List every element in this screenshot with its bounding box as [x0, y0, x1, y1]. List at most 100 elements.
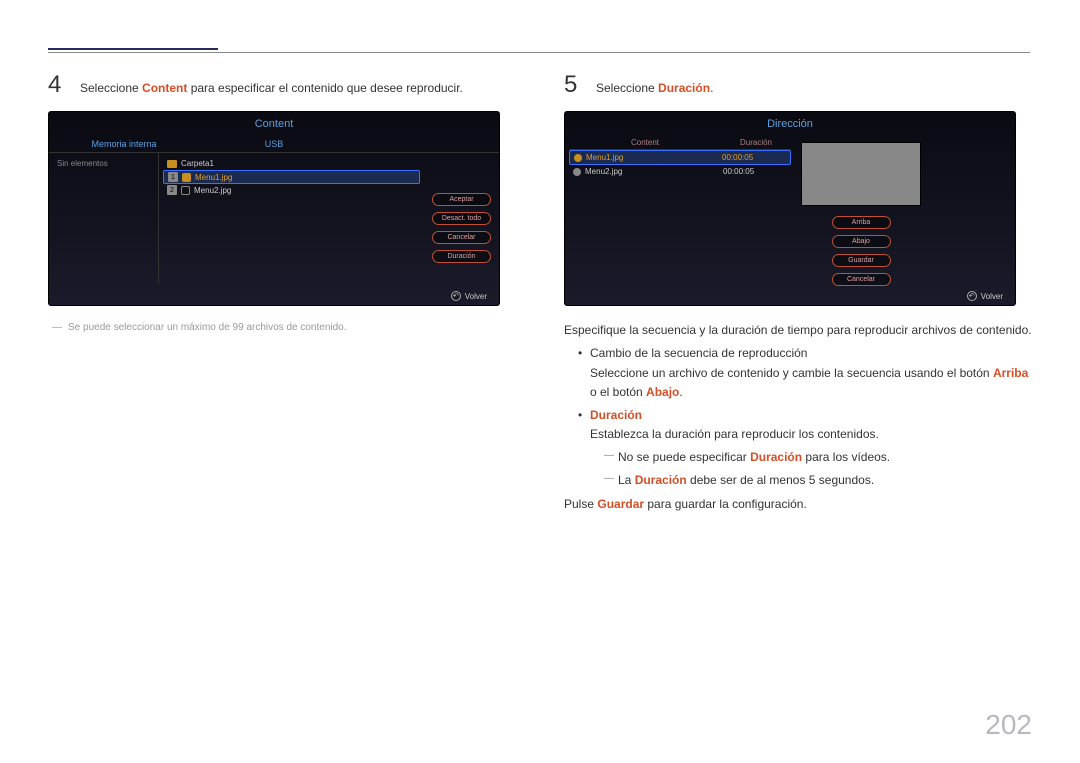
- down-button[interactable]: Abajo: [832, 235, 891, 248]
- ss-body: Content Duración Menu1.jpg 00:00:05 Menu…: [565, 136, 1015, 286]
- table-header: Content Duración: [569, 136, 791, 150]
- text: Seleccione: [596, 81, 658, 95]
- cancel-button[interactable]: Cancelar: [432, 231, 491, 244]
- ss-file-list: Carpeta1 1 Menu1.jpg 2 Menu2.jpg: [159, 153, 424, 283]
- step-number: 5: [564, 73, 582, 97]
- bullet-list: Cambio de la secuencia de reproducción S…: [564, 344, 1032, 489]
- list-item: La Duración debe ser de al menos 5 segun…: [604, 471, 1032, 490]
- list-item: Duración Establezca la duración para rep…: [578, 406, 1032, 490]
- list-item: Cambio de la secuencia de reproducción S…: [578, 344, 1032, 402]
- col-duration: Duración: [721, 138, 791, 147]
- return-icon[interactable]: ↶: [967, 291, 977, 301]
- text: No se puede especificar: [618, 450, 750, 464]
- text: o el botón: [590, 385, 646, 399]
- accent-text: Guardar: [597, 497, 644, 511]
- text: para especificar el contenido que desee …: [187, 81, 463, 95]
- text: debe ser de al menos 5 segundos.: [687, 473, 874, 487]
- duration-value: 00:00:05: [722, 153, 786, 162]
- ss-title: Dirección: [565, 112, 1015, 136]
- text: La: [618, 473, 635, 487]
- ss-footer: ↶ Volver: [967, 291, 1003, 301]
- file-name: Menu1.jpg: [195, 173, 232, 182]
- sub-list: No se puede especificar Duración para lo…: [590, 448, 1032, 489]
- tab-internal-memory[interactable]: Memoria interna: [49, 136, 199, 152]
- accent-text: Duración: [658, 81, 710, 95]
- dash: ―: [52, 322, 68, 333]
- list-item: No se puede especificar Duración para lo…: [604, 448, 1032, 467]
- file-name: Menu2.jpg: [194, 186, 231, 195]
- footnote: ―Se puede seleccionar un máximo de 99 ar…: [48, 320, 516, 335]
- step-text: Seleccione Duración.: [596, 73, 713, 97]
- ss-left-pane: Sin elementos: [49, 153, 159, 283]
- accent-text: Content: [142, 81, 187, 95]
- folder-row[interactable]: Carpeta1: [163, 157, 420, 170]
- return-label[interactable]: Volver: [465, 292, 487, 301]
- file-name: Menu1.jpg: [586, 153, 623, 162]
- column-right: 5 Seleccione Duración. Dirección Content…: [564, 73, 1032, 514]
- up-button[interactable]: Arriba: [832, 216, 891, 229]
- note-text: Se puede seleccionar un máximo de 99 arc…: [68, 322, 347, 333]
- ss-footer: ↶ Volver: [451, 291, 487, 301]
- return-icon[interactable]: ↶: [451, 291, 461, 301]
- accent-text: Duración: [750, 450, 802, 464]
- text: para los vídeos.: [802, 450, 890, 464]
- text: .: [710, 81, 713, 95]
- text: Establezca la duración para reproducir l…: [590, 427, 879, 441]
- duration-value: 00:00:05: [723, 167, 787, 176]
- table-row-selected[interactable]: Menu1.jpg 00:00:05: [569, 150, 791, 165]
- screenshot-content: Content Memoria interna USB Sin elemento…: [48, 111, 500, 306]
- row-number: 2: [167, 185, 177, 195]
- text: .: [679, 385, 682, 399]
- save-button[interactable]: Guardar: [832, 254, 891, 267]
- screenshot-direction: Dirección Content Duración Menu1.jpg 00:…: [564, 111, 1016, 306]
- two-column-layout: 4 Seleccione Content para especificar el…: [48, 73, 1032, 514]
- step-number: 4: [48, 73, 66, 97]
- file-row-selected[interactable]: 1 Menu1.jpg: [163, 170, 420, 184]
- col-content: Content: [569, 138, 721, 147]
- ss-table: Content Duración Menu1.jpg 00:00:05 Menu…: [565, 136, 795, 286]
- step-5: 5 Seleccione Duración.: [564, 73, 1032, 97]
- row-number: 1: [168, 172, 178, 182]
- folder-icon: [167, 160, 177, 168]
- paragraph: Especifique la secuencia y la duración d…: [564, 320, 1032, 340]
- accent-text: Arriba: [993, 366, 1028, 380]
- ss-side-buttons: Aceptar Desact. todo Cancelar Duración: [424, 153, 499, 283]
- ss-title: Content: [49, 112, 499, 136]
- step-text: Seleccione Content para especificar el c…: [80, 73, 463, 97]
- accept-button[interactable]: Aceptar: [432, 193, 491, 206]
- accent-text: Duración: [635, 473, 687, 487]
- duration-button[interactable]: Duración: [432, 250, 491, 263]
- ss-body: Sin elementos Carpeta1 1 Menu1.jpg: [49, 153, 499, 283]
- ss-tabs: Memoria interna USB: [49, 136, 499, 153]
- tab-empty-spacer: [349, 136, 499, 152]
- file-row[interactable]: 2 Menu2.jpg: [163, 184, 420, 196]
- ss-right-pane: Arriba Abajo Guardar Cancelar: [795, 136, 927, 286]
- text: Seleccione: [80, 81, 142, 95]
- step-4: 4 Seleccione Content para especificar el…: [48, 73, 516, 97]
- text: Pulse: [564, 497, 597, 511]
- ss-side-buttons: Arriba Abajo Guardar Cancelar: [824, 212, 899, 286]
- empty-label: Sin elementos: [57, 159, 108, 168]
- folder-name: Carpeta1: [181, 159, 214, 168]
- manual-page: 4 Seleccione Content para especificar el…: [0, 0, 1080, 514]
- checkbox-icon[interactable]: [182, 173, 191, 182]
- page-number: 202: [985, 709, 1032, 741]
- file-name: Menu2.jpg: [585, 167, 622, 176]
- column-left: 4 Seleccione Content para especificar el…: [48, 73, 516, 514]
- header-rule-thick: [48, 48, 218, 50]
- return-label[interactable]: Volver: [981, 292, 1003, 301]
- checkbox-icon[interactable]: [181, 186, 190, 195]
- accent-text: Duración: [590, 408, 642, 422]
- header-rule-thin: [48, 52, 1030, 53]
- table-row[interactable]: Menu2.jpg 00:00:05: [569, 165, 791, 178]
- bullet-icon: [573, 168, 581, 176]
- tab-usb[interactable]: USB: [199, 136, 349, 152]
- text: para guardar la configuración.: [644, 497, 807, 511]
- accent-text: Abajo: [646, 385, 679, 399]
- unselect-all-button[interactable]: Desact. todo: [432, 212, 491, 225]
- cancel-button[interactable]: Cancelar: [832, 273, 891, 286]
- preview-thumbnail: [801, 142, 921, 206]
- paragraph: Pulse Guardar para guardar la configurac…: [564, 494, 1032, 514]
- text: Seleccione un archivo de contenido y cam…: [590, 366, 993, 380]
- text: Cambio de la secuencia de reproducción: [590, 346, 807, 360]
